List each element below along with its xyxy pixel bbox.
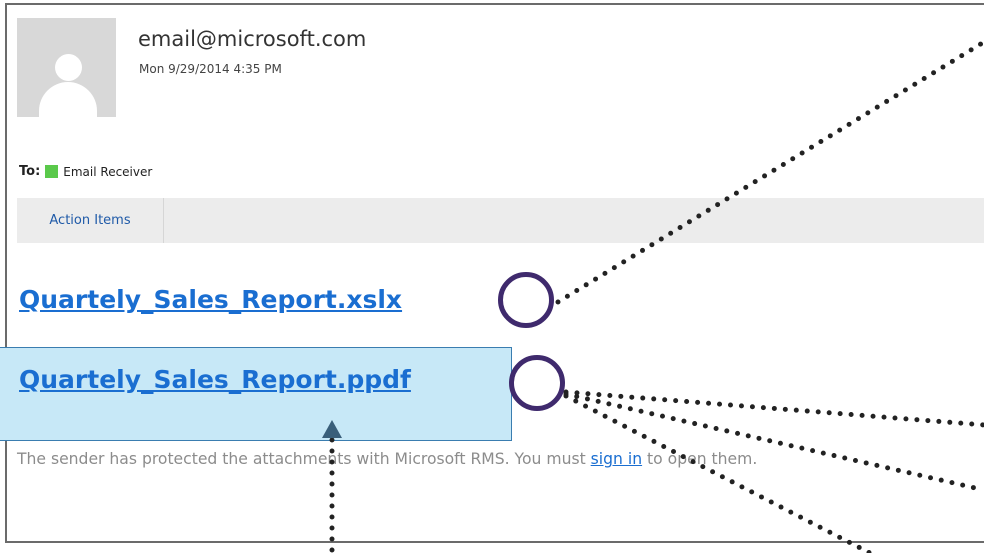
sign-in-link[interactable]: sign in	[591, 450, 642, 468]
to-line: To: Email Receiver	[19, 164, 152, 179]
avatar-body-shape	[39, 82, 97, 117]
presence-status-icon	[45, 165, 59, 178]
rms-notice: The sender has protected the attachments…	[17, 450, 757, 468]
sent-timestamp: Mon 9/29/2014 4:35 PM	[139, 62, 282, 76]
recipient-name[interactable]: Email Receiver	[63, 165, 152, 179]
attachment-link-xslx[interactable]: Quartely_Sales_Report.xslx	[19, 285, 402, 314]
to-label: To:	[19, 164, 41, 179]
sender-address[interactable]: email@microsoft.com	[138, 27, 366, 51]
notice-text-before: The sender has protected the attachments…	[17, 450, 591, 468]
avatar-head-shape	[55, 54, 82, 81]
action-tab-bar: Action Items	[17, 198, 984, 243]
annotation-circle-ppdf	[509, 355, 565, 411]
sender-avatar	[17, 18, 116, 117]
attachment-link-ppdf[interactable]: Quartely_Sales_Report.ppdf	[19, 365, 411, 394]
notice-text-after: to open them.	[642, 450, 758, 468]
tab-action-items[interactable]: Action Items	[17, 198, 164, 243]
highlight-box	[0, 347, 512, 441]
annotation-circle-xslx	[498, 272, 554, 328]
